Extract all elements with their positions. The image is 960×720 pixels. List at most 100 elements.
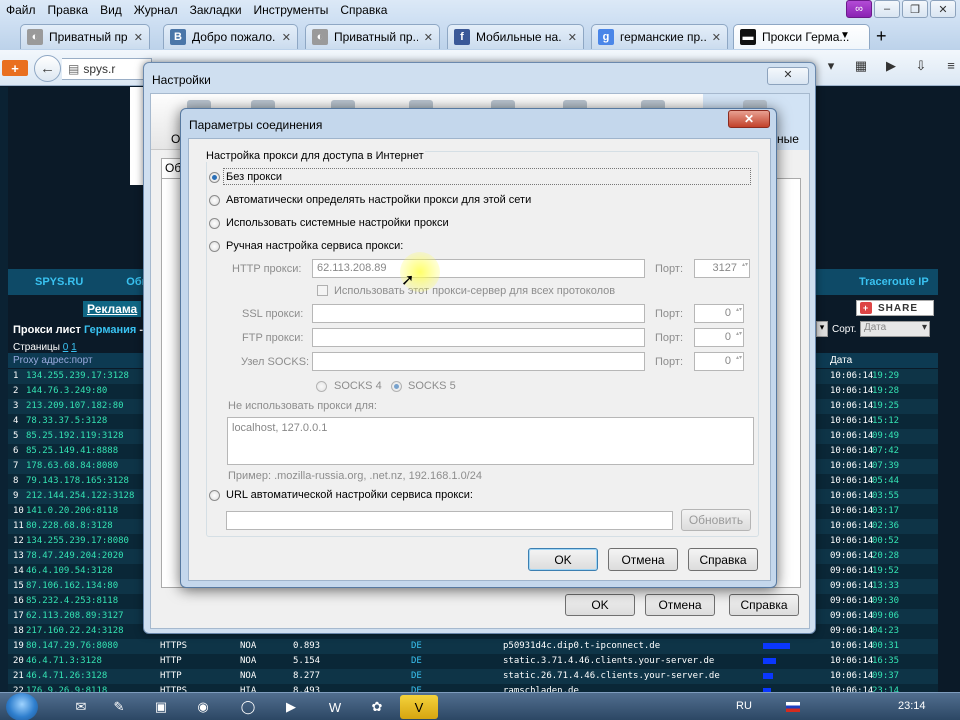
row-ip[interactable]: 46.4.71.3:3128 (26, 656, 102, 666)
row-ip[interactable]: 78.33.37.5:3128 (26, 416, 107, 426)
row-ip[interactable]: 85.25.149.41:8888 (26, 446, 118, 456)
pac-url-input[interactable] (226, 511, 673, 530)
row-ip[interactable]: 85.232.4.253:8118 (26, 596, 118, 606)
row-ip[interactable]: 144.76.3.249:80 (26, 386, 107, 396)
ad-link[interactable]: Реклама (83, 301, 142, 317)
page-link-1[interactable]: 1 (71, 342, 77, 353)
close-window-button[interactable]: ✕ (930, 0, 956, 18)
language-indicator[interactable]: RU (736, 700, 752, 712)
row-ip[interactable]: 87.106.162.134:80 (26, 581, 118, 591)
close-tab-icon[interactable]: ✕ (568, 31, 577, 44)
settings-close-button[interactable]: ✕ (767, 67, 809, 85)
menu-tools[interactable]: Инструменты (248, 3, 335, 17)
ftp-port-input[interactable]: 0 (694, 328, 744, 347)
row-ip[interactable]: 46.4.109.54:3128 (26, 566, 113, 576)
new-tab-button[interactable]: + (876, 26, 887, 47)
row-ip[interactable]: 78.47.249.204:2020 (26, 551, 124, 561)
row-ip[interactable]: 217.160.22.24:3128 (26, 626, 124, 636)
dialog-close-button[interactable]: ✕ (728, 110, 770, 128)
no-proxy-for-textarea[interactable]: localhost, 127.0.0.1 (227, 417, 754, 465)
share-button[interactable]: + SHARE (856, 300, 934, 316)
sort-toggle[interactable]: ▾ (816, 321, 828, 337)
download-icon[interactable]: ⇩ (910, 58, 932, 74)
youtube-icon[interactable]: ▶ (880, 58, 902, 74)
settings-help-button[interactable]: Справка (729, 594, 799, 616)
opera-icon[interactable]: ◯ (229, 695, 267, 719)
menu-edit[interactable]: Правка (42, 3, 95, 17)
row-ip[interactable]: 79.143.178.165:3128 (26, 476, 129, 486)
row-ip[interactable]: 85.25.192.119:3128 (26, 431, 124, 441)
dialog-cancel-button[interactable]: Отмена (608, 548, 678, 571)
back-button[interactable]: ← (34, 55, 61, 82)
start-button[interactable] (6, 693, 38, 720)
dropdown-icon[interactable]: ▾ (820, 58, 842, 74)
http-port-input[interactable]: 3127 (694, 259, 750, 278)
row-ip[interactable]: 46.4.71.26:3128 (26, 671, 107, 681)
tab-private-1[interactable]: ◐ Приватный пр... ✕ (20, 24, 150, 49)
row-ip[interactable]: 134.255.239.17:3128 (26, 371, 129, 381)
radio-no-proxy[interactable] (209, 172, 220, 183)
firefox-menu-button[interactable]: + (2, 60, 28, 76)
radio-pac-url[interactable] (209, 490, 220, 501)
ssl-port-input[interactable]: 0 (694, 304, 744, 323)
nav-spys-link[interactable]: SPYS.RU (35, 276, 83, 288)
socks-host-input[interactable] (312, 352, 645, 371)
word-icon[interactable]: W (316, 695, 354, 719)
row-time: 09:30 (872, 596, 900, 606)
menu-file[interactable]: Файл (0, 3, 42, 17)
save-icon[interactable]: ▣ (142, 695, 180, 719)
media-player-icon[interactable]: ▶ (272, 695, 310, 719)
clock[interactable]: 23:14 (898, 700, 926, 712)
minimize-button[interactable]: – (874, 0, 900, 18)
close-tab-icon[interactable]: ✕ (424, 31, 433, 44)
row-ip[interactable]: 178.63.68.84:8080 (26, 461, 118, 471)
menu-history[interactable]: Журнал (128, 3, 184, 17)
close-tab-icon[interactable]: ✕ (282, 31, 291, 44)
reload-button[interactable]: Обновить (681, 509, 751, 531)
calendar-icon[interactable]: ▦ (850, 58, 872, 74)
settings-cancel-button[interactable]: Отмена (645, 594, 715, 616)
notepad-icon[interactable]: ✎ (100, 695, 138, 719)
dialog-ok-button[interactable]: OK (528, 548, 598, 571)
socks-port-input[interactable]: 0 (694, 352, 744, 371)
radio-socks5[interactable] (391, 381, 402, 392)
paint-icon[interactable]: ✿ (358, 695, 396, 719)
row-ip[interactable]: 80.147.29.76:8080 (26, 641, 118, 651)
ftp-proxy-input[interactable] (312, 328, 645, 347)
row-ip[interactable]: 213.209.107.182:80 (26, 401, 124, 411)
hamburger-menu-icon[interactable]: ≡ (940, 58, 960, 74)
row-ip[interactable]: 134.255.239.17:8080 (26, 536, 129, 546)
menu-view[interactable]: Вид (94, 3, 128, 17)
row-ip[interactable]: 141.0.20.206:8118 (26, 506, 118, 516)
http-proxy-input[interactable]: 62.113.208.89 (312, 259, 645, 278)
tab-vk[interactable]: B Добро пожало... ✕ (163, 24, 298, 49)
row-ip[interactable]: 62.113.208.89:3127 (26, 611, 124, 621)
row-speed: 0.893 (293, 641, 321, 651)
settings-ok-button[interactable]: OK (565, 594, 635, 616)
checkbox-use-for-all[interactable] (317, 285, 328, 296)
tab-facebook[interactable]: f Мобильные на... ✕ (447, 24, 584, 49)
sort-select[interactable]: Дата (860, 321, 930, 337)
nav-traceroute-link[interactable]: Traceroute IP (859, 276, 929, 288)
radio-auto-detect[interactable] (209, 195, 220, 206)
video-app-icon[interactable]: V (400, 695, 438, 719)
radio-manual-proxy[interactable] (209, 241, 220, 252)
close-tab-icon[interactable]: ✕ (134, 31, 143, 44)
firefox-icon[interactable]: ◉ (184, 695, 222, 719)
menu-help[interactable]: Справка (334, 3, 393, 17)
page-link-0[interactable]: 0 (63, 342, 69, 353)
tab-private-2[interactable]: ◐ Приватный пр... ✕ (305, 24, 440, 49)
radio-system-proxy[interactable] (209, 218, 220, 229)
row-ip[interactable]: 80.228.68.8:3128 (26, 521, 113, 531)
ssl-proxy-input[interactable] (312, 304, 645, 323)
mail-icon[interactable]: ✉ (62, 695, 100, 719)
close-tab-icon[interactable]: ✕ (712, 31, 721, 44)
menu-bookmarks[interactable]: Закладки (184, 3, 248, 17)
tab-list-chevron-icon[interactable]: ▼ (840, 30, 850, 41)
row-ip[interactable]: 212.144.254.122:3128 (26, 491, 134, 501)
address-bar[interactable]: ▤ spys.r (62, 58, 152, 80)
tab-google[interactable]: g германские пр... ✕ (591, 24, 728, 49)
radio-socks4[interactable] (316, 381, 327, 392)
restore-button[interactable]: ❐ (902, 0, 928, 18)
dialog-help-button[interactable]: Справка (688, 548, 758, 571)
